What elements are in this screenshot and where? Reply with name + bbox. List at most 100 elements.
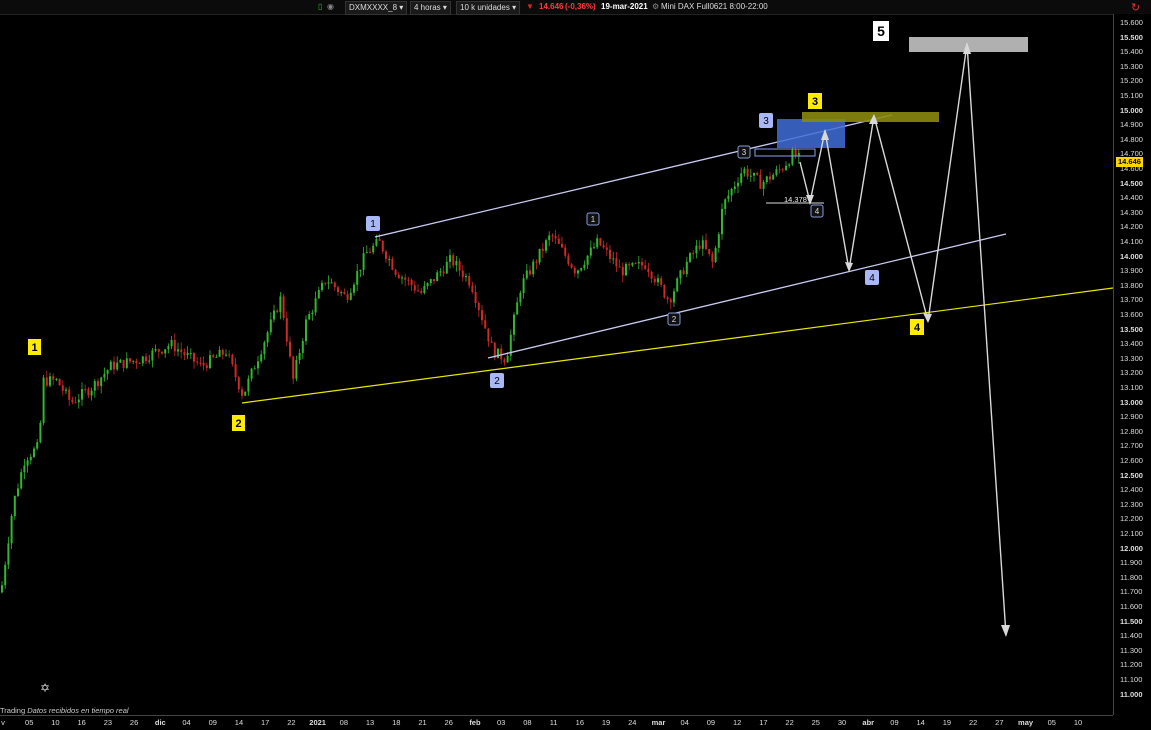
candle-body	[407, 279, 410, 281]
y-tick-label: 14.200	[1120, 222, 1143, 232]
candle-body	[634, 262, 637, 264]
x-tick-label: 25	[811, 718, 820, 727]
candle-body	[132, 360, 135, 362]
chart-type-icon[interactable]: ▯	[318, 1, 322, 13]
candle-body	[148, 360, 151, 362]
candle-body	[746, 168, 749, 177]
candle-body	[673, 291, 675, 303]
candle-body	[689, 253, 691, 262]
link-icon[interactable]: ◉	[327, 1, 334, 13]
candle-body	[439, 271, 442, 273]
x-tick-label: 21	[418, 718, 427, 727]
candle-body	[289, 341, 291, 357]
candle-body	[388, 259, 391, 261]
svg-text:3: 3	[742, 148, 747, 157]
price-axis[interactable]: 15.600 15.500 15.400 15.300 15.200 15.100 15.0…	[1113, 14, 1151, 715]
candle-body	[212, 355, 215, 357]
symbol-selector[interactable]: DXMXXXX_8 ▾	[345, 1, 408, 15]
candle-body	[100, 377, 103, 387]
candle-body	[253, 368, 256, 370]
candle-body	[401, 277, 403, 279]
candle-body	[225, 354, 227, 356]
candle-body	[260, 354, 263, 362]
candle-body	[596, 238, 599, 248]
candle-body	[154, 349, 157, 351]
candle-body	[564, 247, 567, 256]
candle-body	[503, 359, 506, 363]
x-tick-label: 13	[365, 718, 375, 727]
candle-body	[52, 376, 55, 380]
candle-body	[308, 314, 311, 320]
candle-body	[228, 354, 231, 356]
candle-body	[730, 189, 733, 196]
settings-icon[interactable]: ⚙	[652, 1, 659, 13]
candle-body	[317, 290, 320, 299]
candle-body	[7, 543, 10, 565]
candle-body	[250, 368, 253, 379]
y-tick-label: 12.700	[1120, 441, 1143, 451]
candle-body	[698, 245, 701, 249]
x-tick-label: 24	[628, 718, 637, 727]
candle-body	[561, 243, 563, 248]
candle-body	[68, 389, 71, 400]
candle-body	[445, 261, 448, 274]
candle-body	[365, 252, 368, 254]
svg-text:1: 1	[370, 219, 376, 230]
candle-body	[273, 310, 275, 320]
price-chart[interactable]: 14.378 1 2 3 4 1 2 3 4 1 2 3 4 5	[0, 14, 1113, 715]
candle-body	[423, 286, 426, 293]
candle-body	[359, 269, 362, 271]
wave-label-yellow-4: 4	[910, 319, 924, 335]
refresh-icon[interactable]: ↻	[1131, 1, 1140, 14]
x-tick-label: 16	[575, 718, 584, 727]
candle-body	[391, 259, 394, 270]
candle-body	[660, 278, 663, 285]
x-tick-label: 22	[968, 718, 978, 727]
candle-body	[305, 319, 307, 342]
candle-body	[458, 261, 461, 271]
units-selector[interactable]: 10 k unidades ▾	[456, 1, 521, 15]
candle-body	[4, 564, 7, 586]
candle-body	[551, 235, 554, 237]
candle-body	[1, 585, 3, 593]
candle-body	[522, 278, 525, 294]
price-value: 14.646	[539, 2, 564, 11]
crosshair-icon[interactable]: ✡	[40, 681, 50, 695]
candle-body	[657, 278, 659, 283]
y-tick-label: 12.800	[1120, 426, 1143, 436]
candle-body	[71, 399, 74, 403]
candle-body	[759, 174, 762, 189]
candle-body	[461, 270, 464, 278]
y-tick-label: 12.000	[1120, 543, 1143, 553]
candle-body	[532, 261, 535, 275]
candle-body	[282, 296, 285, 319]
svg-text:2: 2	[235, 418, 241, 430]
candle-body	[346, 294, 349, 300]
candle-body	[468, 275, 471, 286]
candle-body	[695, 245, 698, 254]
arrow-down-icon: ▼	[526, 2, 534, 11]
x-tick-label: 30	[837, 718, 847, 727]
y-tick-label: 15.600	[1120, 18, 1143, 27]
status-footer: Trading Datos recibidos en tiempo real	[0, 706, 129, 715]
candle-body	[449, 255, 451, 262]
candle-body	[183, 352, 186, 355]
candle-body	[65, 389, 67, 391]
candle-body	[727, 195, 730, 200]
candle-body	[397, 274, 400, 279]
y-tick-label: 13.200	[1120, 368, 1143, 378]
candle-body	[538, 248, 541, 263]
candle-body	[653, 278, 656, 283]
y-tick-label: 14.000	[1120, 251, 1143, 261]
candle-body	[180, 349, 183, 353]
candle-body	[513, 314, 515, 335]
candle-body	[490, 341, 493, 343]
candle-body	[692, 253, 695, 255]
y-tick-label: 11.700	[1120, 587, 1143, 597]
candle-body	[586, 255, 589, 265]
time-axis[interactable]: v 05 10 16 23 26 dic 04 09 14 17 22 2021 08 13 18 21 26 fe…	[0, 715, 1113, 730]
timeframe-selector[interactable]: 4 horas ▾	[410, 1, 451, 15]
y-tick-label: 12.500	[1120, 470, 1143, 480]
y-tick-label: 12.300	[1120, 499, 1143, 509]
candle-body	[74, 402, 77, 404]
